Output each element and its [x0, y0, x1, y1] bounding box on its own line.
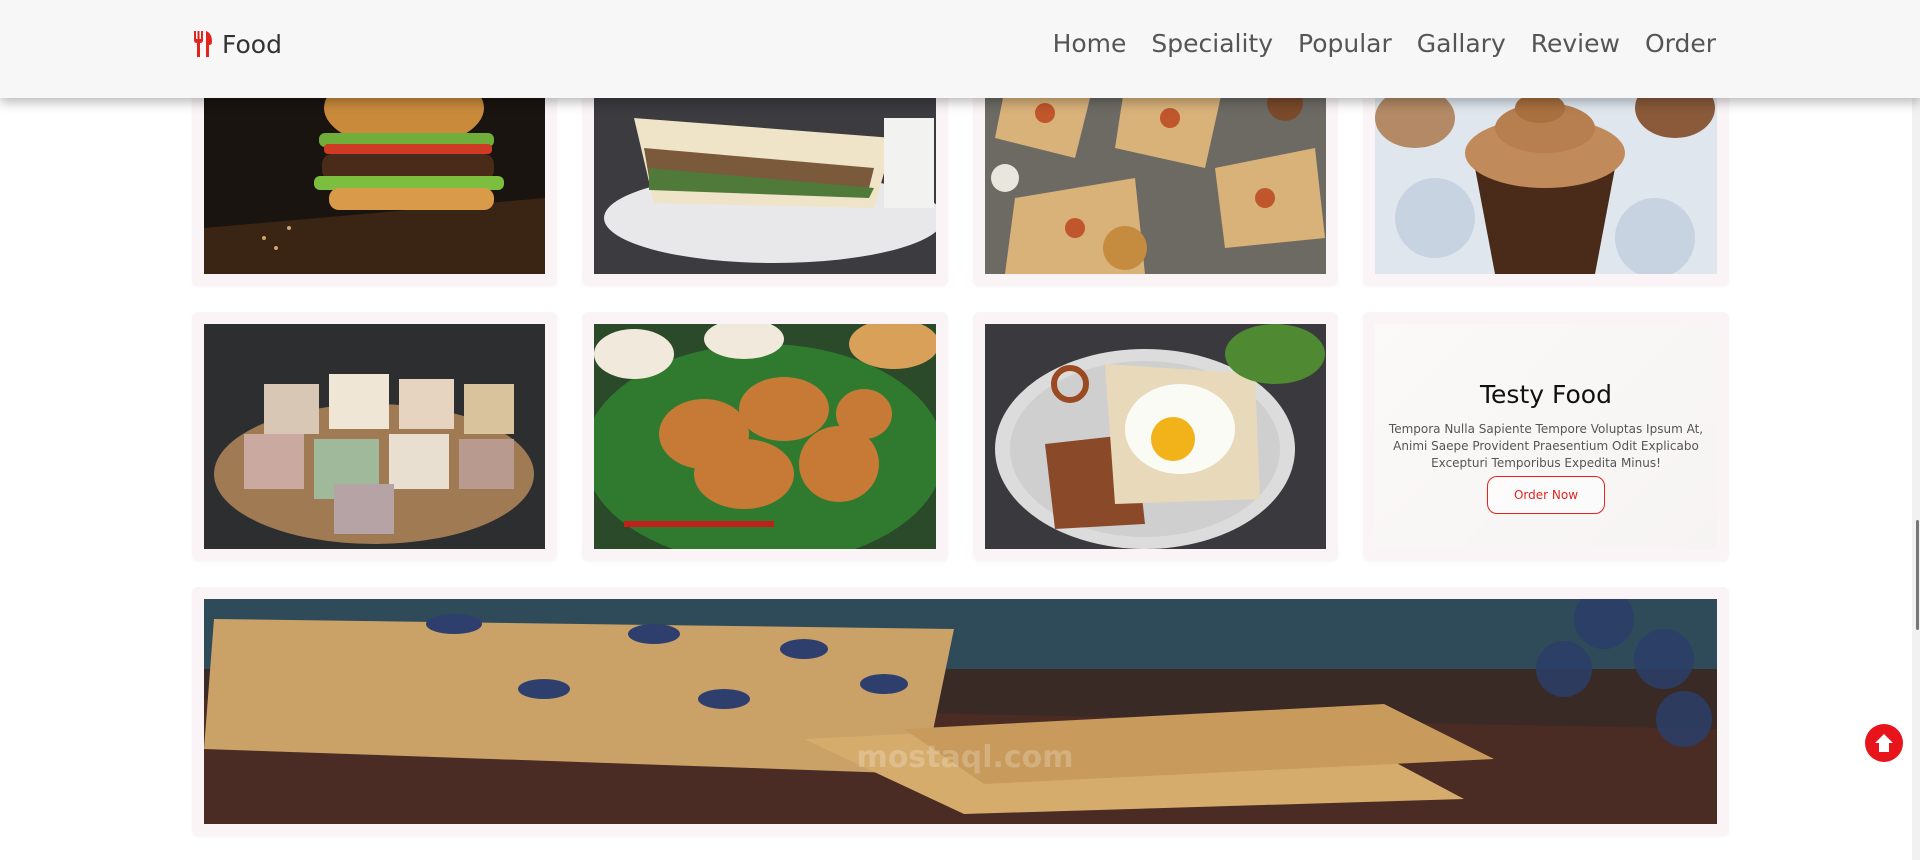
wraps-image — [985, 78, 1326, 274]
nav-speciality[interactable]: Speciality — [1151, 26, 1273, 62]
egg-toast-image — [985, 324, 1326, 549]
nav-review[interactable]: Review — [1531, 26, 1620, 62]
nav-popular[interactable]: Popular — [1298, 26, 1392, 62]
main-nav: Home Speciality Popular Gallary Review O… — [1053, 26, 1716, 62]
order-now-button[interactable]: Order Now — [1486, 475, 1606, 514]
nav-gallary[interactable]: Gallary — [1417, 26, 1506, 62]
utensils-icon — [194, 31, 212, 57]
page-scrollbar[interactable] — [1912, 0, 1920, 860]
promo-card: Testy Food Tempora Nulla Sapiente Tempor… — [1363, 312, 1729, 561]
gallery-item-egg-toast[interactable] — [973, 312, 1338, 561]
gallery-item-cubes[interactable] — [192, 312, 557, 561]
nav-home[interactable]: Home — [1053, 26, 1127, 62]
gallery-item-fried-chicken[interactable] — [582, 312, 948, 561]
gallery-item-cupcake[interactable] — [1363, 66, 1729, 286]
burger-image — [204, 78, 545, 274]
oat-bars-image — [204, 599, 1717, 824]
promo-content: Testy Food Tempora Nulla Sapiente Tempor… — [1375, 324, 1717, 549]
brand-name: Food — [222, 29, 282, 59]
soap-cubes-image — [204, 324, 545, 549]
sandwich-image — [594, 78, 936, 274]
gallery-item-burger[interactable] — [192, 66, 557, 286]
cupcake-image — [1375, 78, 1717, 274]
promo-text: Tempora Nulla Sapiente Tempore Voluptas … — [1388, 421, 1704, 470]
gallery-item-wraps[interactable] — [973, 66, 1338, 286]
scrollbar-thumb[interactable] — [1916, 520, 1919, 630]
site-header: Food Home Speciality Popular Gallary Rev… — [0, 0, 1920, 98]
fried-chicken-image — [594, 324, 936, 549]
brand-logo[interactable]: Food — [192, 26, 282, 62]
gallery-item-oat-bars[interactable] — [192, 587, 1729, 836]
gallery-item-sandwich[interactable] — [582, 66, 948, 286]
promo-title: Testy Food — [1480, 379, 1612, 409]
nav-order[interactable]: Order — [1645, 26, 1716, 62]
arrow-up-icon — [1875, 734, 1893, 752]
scroll-to-top-button[interactable] — [1865, 724, 1903, 762]
